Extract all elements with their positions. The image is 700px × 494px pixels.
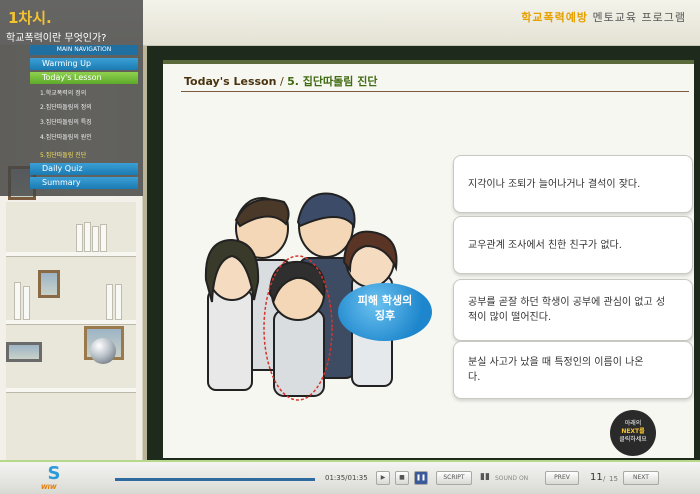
chapter-number: 1차시.: [8, 9, 52, 27]
page-separator: /: [603, 475, 606, 483]
book: [76, 224, 83, 252]
symptom-text: 공부를 곧잘 하던 학생이 공부에 관심이 없고 성적이 많이 떨어진다.: [468, 297, 666, 323]
shelf-board: [6, 252, 136, 257]
shelf-board: [6, 388, 136, 393]
nav-subitem-5[interactable]: 5.집단따돌림 진단: [40, 150, 86, 159]
progress-fill: [115, 478, 315, 481]
script-button[interactable]: SCRIPT: [436, 471, 472, 485]
next-hint-line-2: NEXT를: [621, 428, 645, 435]
next-hint-line-3: 클릭하세요: [619, 436, 647, 443]
symptom-card-1: 지각이나 조퇴가 늘어나거나 결석이 잦다.: [453, 155, 693, 213]
book: [14, 282, 21, 320]
prev-button[interactable]: PREV: [545, 471, 579, 485]
volume-icon[interactable]: ▮▮: [479, 471, 491, 485]
title-divider: [181, 91, 689, 92]
nav-item-summary[interactable]: Summary: [30, 177, 138, 189]
brand-accent: 학교폭력예방: [521, 11, 589, 24]
symptom-card-2: 교우관계 조사에서 친한 친구가 없다.: [453, 216, 693, 274]
book: [100, 224, 107, 252]
symptom-text: 교우관계 조사에서 친한 친구가 없다.: [468, 239, 622, 251]
nav-item-warming-up[interactable]: Warming Up: [30, 58, 138, 70]
symptom-card-3: 공부를 곧잘 하던 학생이 공부에 관심이 없고 성적이 많이 떨어진다.: [453, 279, 693, 341]
nav-subitem-2[interactable]: 2.집단따돌림의 정의: [40, 102, 92, 111]
pause-button[interactable]: ❚❚: [414, 471, 428, 485]
book: [92, 226, 99, 252]
play-button[interactable]: ▶: [376, 471, 390, 485]
symptom-text: 분실 사고가 났을 때 특정인의 이름이 나온다.: [468, 357, 644, 383]
next-hint-line-1: 아래의: [624, 420, 642, 427]
victim-signs-bubble: 피해 학생의 징후: [338, 283, 432, 341]
brand-rest: 멘토교육 프로그램: [592, 11, 686, 24]
brand-title: 학교폭력예방 멘토교육 프로그램: [521, 9, 686, 25]
chapter-title: 학교폭력이란 무엇인가?: [6, 33, 107, 44]
nav-subitem-1[interactable]: 1.학교폭력의 정의: [40, 88, 86, 97]
nav-subitem-3[interactable]: 3.집단따돌림의 특징: [40, 117, 92, 126]
lesson-title-lead: Today's Lesson: [184, 75, 277, 88]
sound-label: SOUND ON: [495, 475, 529, 482]
nav-subitem-4[interactable]: 4.집단따돌림의 원인: [40, 132, 92, 141]
book: [106, 284, 113, 320]
playback-time: 01:35/01:35: [325, 474, 368, 482]
nav-heading: MAIN NAVIGATION: [30, 45, 138, 55]
nav-item-todays-lesson[interactable]: Today's Lesson: [30, 72, 138, 84]
shelf-board: [6, 320, 136, 325]
progress-bar[interactable]: [115, 478, 315, 481]
bubble-line-1: 피해 학생의: [357, 294, 413, 307]
photo-frame: [38, 270, 60, 298]
photo-frame: [6, 342, 42, 362]
logo-text: WIW: [41, 484, 57, 491]
victim-student: [263, 255, 333, 401]
student-figure: [204, 238, 260, 391]
next-button[interactable]: NEXT: [623, 471, 659, 485]
page-total: 15: [609, 475, 618, 483]
book: [115, 284, 122, 320]
lesson-title: Today's Lesson / 5. 집단따돌림 진단: [184, 73, 377, 89]
book: [84, 222, 91, 252]
nav-item-daily-quiz[interactable]: Daily Quiz: [30, 163, 138, 175]
bubble-line-2: 징후: [374, 309, 396, 322]
stop-button[interactable]: ■: [395, 471, 409, 485]
silver-orb: [90, 338, 116, 364]
page-current: 11: [590, 472, 603, 483]
book: [23, 286, 30, 320]
symptom-text: 지각이나 조퇴가 늘어나거나 결석이 잦다.: [468, 178, 641, 190]
next-hint-badge: 아래의 NEXT를 클릭하세요: [610, 410, 656, 456]
symptom-card-4: 분실 사고가 났을 때 특정인의 이름이 나온다.: [453, 341, 693, 399]
lesson-subtitle: 5. 집단따돌림 진단: [287, 75, 378, 88]
